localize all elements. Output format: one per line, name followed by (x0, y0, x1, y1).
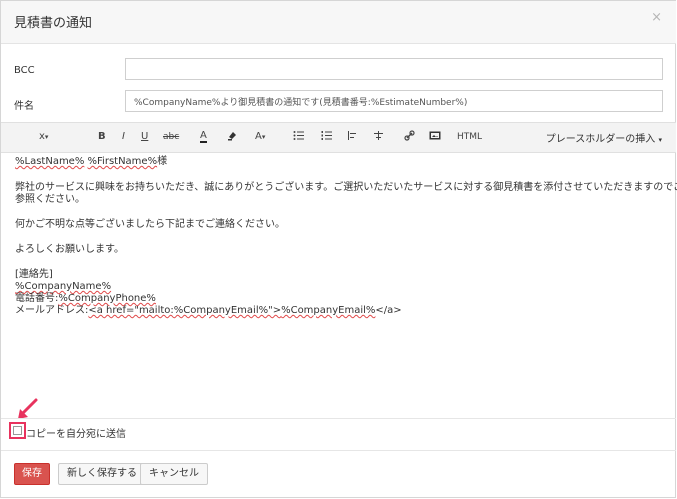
caret-down-icon: ▾ (658, 136, 662, 144)
cancel-button[interactable]: キャンセル (140, 463, 208, 485)
mail-placeholder: %CompanyEmail% (281, 305, 376, 316)
indent-icon[interactable] (373, 130, 384, 141)
bold-button[interactable]: B (98, 130, 106, 144)
mail-tag-close: </a> (375, 305, 402, 316)
font-family-label: A (255, 131, 262, 142)
firstname-placeholder: %FirstName% (87, 156, 158, 167)
italic-button[interactable]: I (122, 130, 125, 144)
font-size-button[interactable]: x▾ (39, 130, 48, 144)
dialog-header: 見積書の通知 × (1, 1, 676, 44)
mail-line: メールアドレス:<a href="mailto:%CompanyEmail%">… (15, 305, 402, 317)
body-line-1: 弊社のサービスに興味をお持ちいただき、誠にありがとうございます。ご選択いただいた… (15, 182, 677, 193)
subject-field[interactable] (125, 90, 663, 112)
insert-placeholder-label: プレースホルダーの挿入 (545, 134, 656, 145)
divider (1, 418, 676, 419)
lastname-placeholder: %LastName% (15, 156, 85, 167)
caret-down-icon: ▾ (44, 133, 49, 141)
strikethrough-button[interactable]: abc (163, 130, 179, 144)
align-icon[interactable] (347, 130, 358, 141)
underline-button[interactable]: U (141, 130, 148, 144)
email-body-editor[interactable]: %LastName% %FirstName%様 弊社のサービスに興味をお持ちいた… (15, 156, 677, 416)
body-line-3: 何かご不明な点等ございましたら下記までご連絡ください。 (15, 219, 285, 230)
estimate-notification-dialog: 見積書の通知 × BCC 件名 x▾ B I U abc A A▾ (0, 0, 677, 498)
insert-placeholder-dropdown[interactable]: プレースホルダーの挿入 ▾ (546, 130, 662, 145)
copy-to-self-checkbox[interactable] (13, 426, 22, 435)
phone-prefix: 電話番号: (15, 293, 59, 304)
link-icon[interactable] (404, 130, 415, 141)
mail-tag-open: <a href="mailto:%CompanyEmail%"> (88, 305, 282, 316)
dialog-title: 見積書の通知 (14, 16, 93, 31)
editor-toolbar: x▾ B I U abc A A▾ HTML プレースホルダーの挿入 ▾ (1, 122, 676, 153)
bcc-label: BCC (14, 65, 35, 76)
greeting-line: %LastName% %FirstName%様 (15, 156, 167, 168)
save-button[interactable]: 保存 (14, 463, 50, 485)
company-name-line: %CompanyName% (15, 281, 111, 293)
mail-prefix: メールアドレス: (15, 305, 89, 316)
close-icon[interactable]: × (651, 10, 662, 25)
ordered-list-icon[interactable] (321, 130, 332, 141)
font-family-button[interactable]: A▾ (255, 130, 265, 144)
body-line-2: 参照ください。 (15, 194, 85, 205)
body-line-4: よろしくお願いします。 (15, 244, 124, 255)
font-color-button[interactable]: A (200, 130, 207, 143)
save-as-new-button[interactable]: 新しく保存する (58, 463, 146, 485)
bcc-field[interactable] (125, 58, 663, 80)
caret-down-icon: ▾ (261, 133, 266, 141)
divider (1, 450, 676, 451)
unordered-list-icon[interactable] (293, 130, 304, 141)
subject-label: 件名 (14, 101, 34, 112)
phone-placeholder: %CompanyPhone% (58, 293, 156, 304)
highlight-icon[interactable] (227, 130, 238, 141)
contact-header: [連絡先] (15, 269, 53, 280)
company-name-placeholder: %CompanyName% (15, 281, 112, 292)
html-button[interactable]: HTML (457, 130, 482, 144)
copy-to-self-label: コピーを自分宛に送信 (26, 429, 126, 440)
pointer-arrow-icon (18, 398, 38, 419)
phone-line: 電話番号:%CompanyPhone% (15, 293, 156, 305)
image-icon[interactable] (429, 130, 441, 141)
greeting-suffix: 様 (157, 156, 168, 167)
